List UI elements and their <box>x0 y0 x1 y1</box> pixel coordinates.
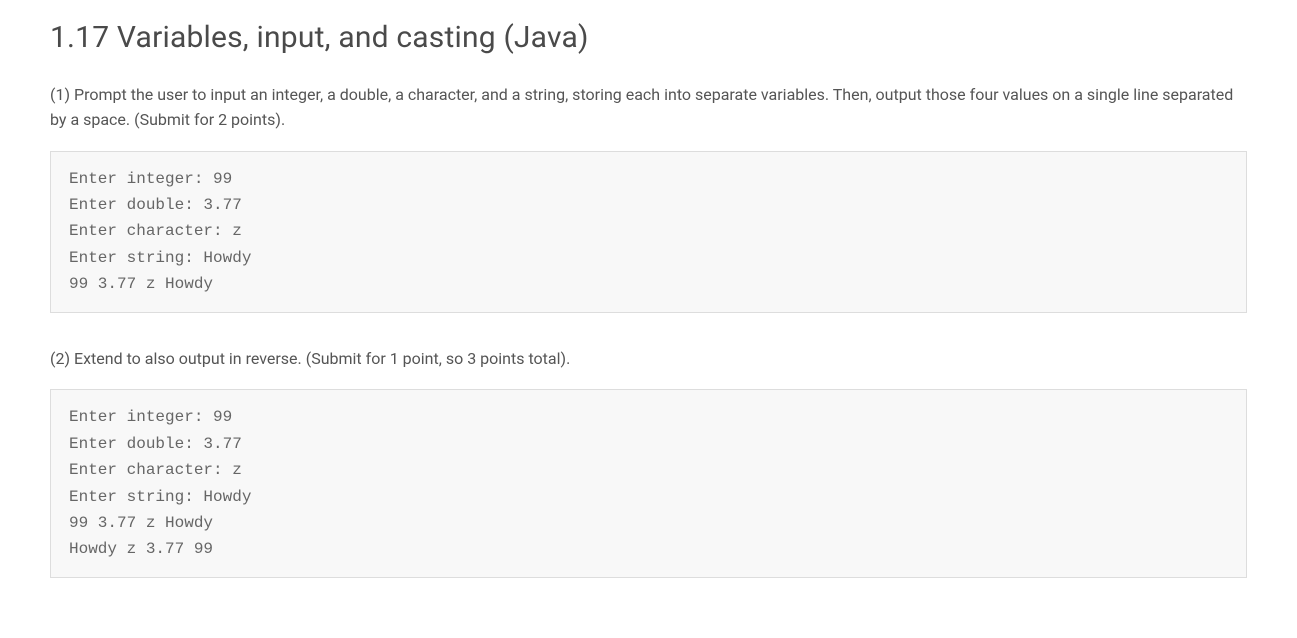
part-2-instruction: (2) Extend to also output in reverse. (S… <box>50 347 1247 372</box>
page-title: 1.17 Variables, input, and casting (Java… <box>50 20 1247 55</box>
part-1-instruction: (1) Prompt the user to input an integer,… <box>50 83 1247 133</box>
part-1-code-sample: Enter integer: 99 Enter double: 3.77 Ent… <box>50 151 1247 313</box>
part-2-code-sample: Enter integer: 99 Enter double: 3.77 Ent… <box>50 389 1247 577</box>
